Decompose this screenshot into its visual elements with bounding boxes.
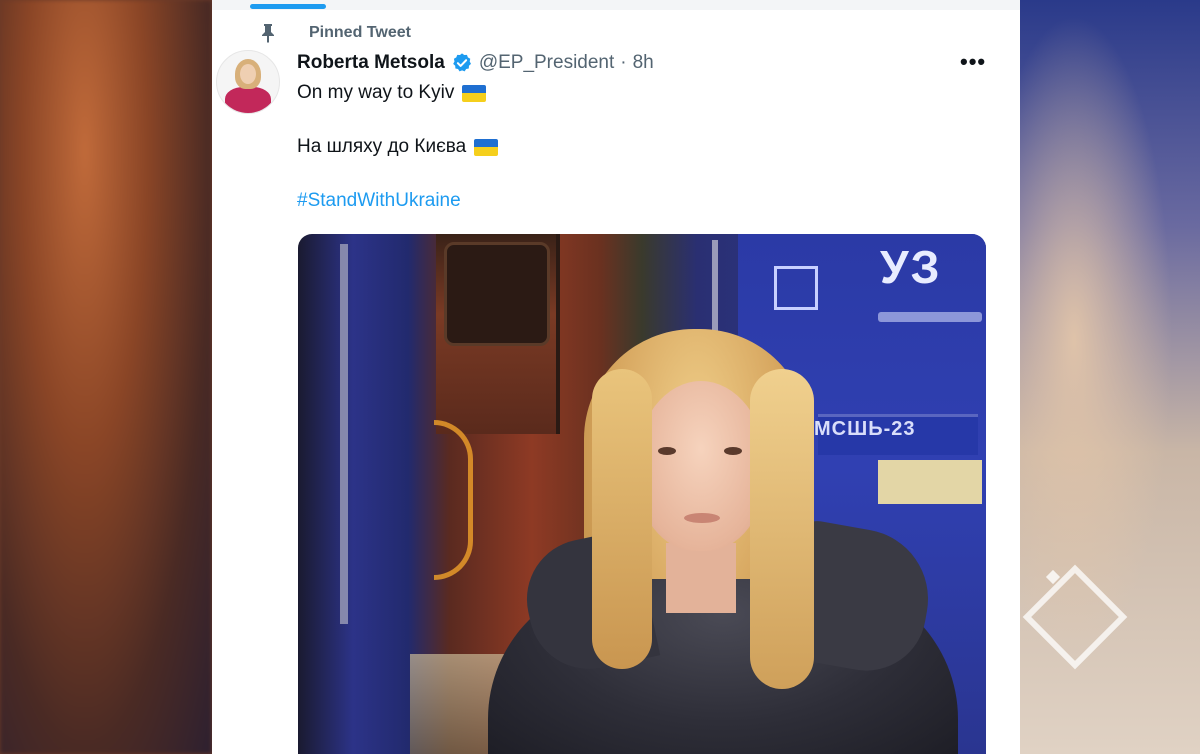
neck (666, 543, 736, 613)
header-separator: · (620, 52, 627, 73)
tweet-card[interactable]: Pinned Tweet Roberta Metsola @EP_Preside… (212, 0, 1020, 754)
eye-left (658, 447, 676, 455)
tweet-text-line-3: #StandWithUkraine (297, 190, 461, 212)
tweet-header: Roberta Metsola @EP_President · 8h (297, 50, 654, 76)
train-emblem-icon (774, 266, 818, 310)
verified-badge-icon (453, 53, 471, 72)
timeline-header-edge (212, 0, 1020, 10)
active-tab-indicator (250, 4, 326, 9)
pinned-indicator: Pinned Tweet (260, 22, 411, 44)
blurred-background-left (0, 0, 212, 754)
train-rail (340, 244, 348, 624)
train-logo-subtitle (878, 312, 982, 322)
pin-icon (262, 24, 274, 43)
more-options-icon[interactable]: ••• (960, 51, 986, 73)
ukraine-flag-icon (462, 84, 487, 102)
author-name[interactable]: Roberta Metsola (297, 52, 445, 74)
avatar-jacket (225, 87, 271, 113)
tweet-line-2: На шляху до Києва (297, 136, 467, 157)
train-handrail (434, 420, 473, 580)
author-handle[interactable]: @EP_President (479, 52, 614, 74)
hair-front-right (750, 369, 814, 689)
tweet-text-line-1: On my way to Kyiv (297, 82, 487, 104)
ukraine-flag-icon (474, 138, 499, 156)
avatar-face (240, 64, 256, 84)
hair-front-left (592, 369, 652, 669)
pinned-label: Pinned Tweet (309, 24, 411, 41)
face (636, 381, 766, 551)
woman-figure (488, 329, 958, 754)
avatar[interactable] (216, 50, 280, 114)
tweet-text-line-2: На шляху до Києва (297, 136, 499, 158)
hashtag-link[interactable]: #StandWithUkraine (297, 190, 461, 212)
eye-right (724, 447, 742, 455)
train-logo-text: УЗ (880, 241, 942, 293)
tweet-line-1: On my way to Kyiv (297, 82, 455, 103)
lips (684, 513, 720, 523)
tweet-photo[interactable]: УЗ МСШЬ-23 (298, 234, 986, 754)
tweet-timestamp[interactable]: 8h (633, 52, 654, 74)
